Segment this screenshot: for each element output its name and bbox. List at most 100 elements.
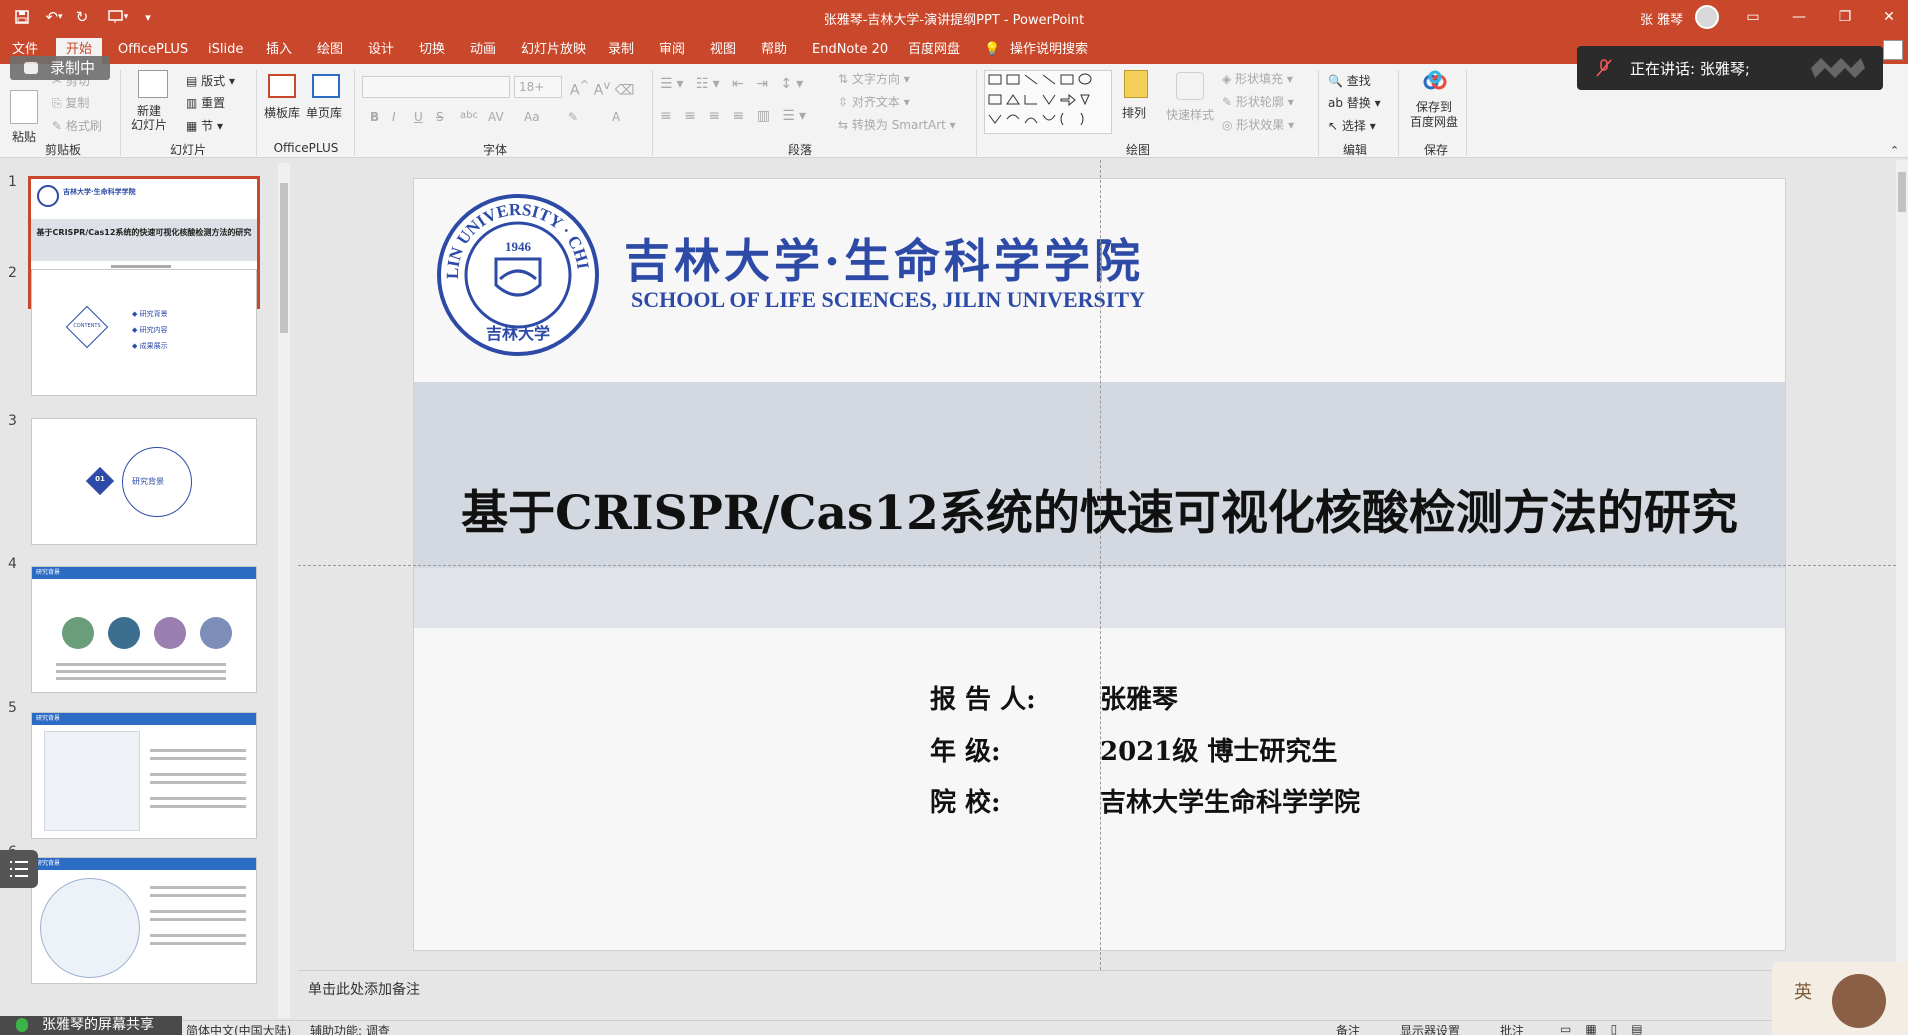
tab-baidu[interactable]: 百度网盘 <box>908 40 960 64</box>
align-icons[interactable]: ≡ ≡ ≡ ≡ ▥ ☰▾ <box>660 108 810 124</box>
tab-tell-me[interactable]: 操作说明搜索 <box>1010 40 1088 64</box>
avatar[interactable] <box>1695 5 1719 29</box>
thumb-text-lines <box>56 663 226 666</box>
scrollbar-thumb[interactable] <box>280 183 288 333</box>
char-spacing-button[interactable]: AV <box>488 110 504 124</box>
slide-number: 2 <box>8 265 17 281</box>
shape-outline-button[interactable]: ✎ 形状轮廓 ▾ <box>1222 93 1294 110</box>
slide-thumbnail-3[interactable]: 01 研究背景 <box>31 418 257 545</box>
display-settings[interactable]: 显示器设置 <box>1400 1022 1460 1035</box>
language-status[interactable]: 简体中文(中国大陆) <box>186 1022 291 1035</box>
maximize-icon[interactable]: ❐ <box>1830 6 1860 28</box>
select-button[interactable]: ↖ 选择 ▾ <box>1328 117 1376 134</box>
highlight-icon[interactable]: ✎ <box>568 110 578 124</box>
font-color-button[interactable]: A <box>612 110 620 124</box>
ribbon-display-icon[interactable]: ▭ <box>1738 6 1768 28</box>
baidu-cloud-icon[interactable] <box>1422 70 1448 96</box>
restore-window-icon[interactable] <box>1883 40 1903 60</box>
tab-view[interactable]: 视图 <box>710 40 736 64</box>
shape-effects-button[interactable]: ◎ 形状效果 ▾ <box>1222 116 1294 133</box>
tab-insert[interactable]: 插入 <box>266 40 292 64</box>
tab-record[interactable]: 录制 <box>608 40 634 64</box>
font-family-select[interactable] <box>362 76 510 98</box>
ime-widget[interactable]: 英 <box>1772 962 1908 1035</box>
slide-thumbnail-4[interactable]: 研究背景 <box>31 566 257 693</box>
layout-button[interactable]: ▤ 版式 ▾ <box>186 72 235 89</box>
collapse-ribbon-icon[interactable]: ⌃ <box>1890 144 1899 157</box>
underline-button[interactable]: U <box>414 110 423 124</box>
tab-design[interactable]: 设计 <box>368 40 394 64</box>
screen-share-banner[interactable]: 张雅琴的屏幕共享 <box>0 1016 182 1035</box>
notes-pane[interactable]: 单击此处添加备注 <box>298 970 1896 1020</box>
new-slide-icon[interactable] <box>138 70 168 98</box>
bold-button[interactable]: B <box>370 110 379 124</box>
tab-help[interactable]: 帮助 <box>761 40 787 64</box>
quick-styles-button[interactable]: 快速样式 <box>1166 106 1214 123</box>
thumb-text-lines <box>150 749 246 752</box>
tab-officeplus[interactable]: OfficePLUS <box>118 40 188 64</box>
bullets-icon[interactable]: ☰▾ ☷▾ ⇤ ⇥ ↕▾ <box>660 76 807 92</box>
new-slide-button[interactable]: 新建 幻灯片 <box>131 104 167 132</box>
grow-font-icon[interactable]: A^ Av ⌫ <box>570 78 635 99</box>
shapes-gallery[interactable] <box>984 70 1112 134</box>
slide-thumbnail-6[interactable]: 研究背景 <box>31 857 257 984</box>
view-buttons-icon[interactable]: ▭▦▯▤ <box>1560 1022 1657 1035</box>
change-case-button[interactable]: Aa <box>524 110 540 124</box>
notes-placeholder[interactable]: 单击此处添加备注 <box>308 979 420 999</box>
thumbnail-scrollbar[interactable] <box>278 163 290 1018</box>
accessibility-status[interactable]: 辅助功能: 调查 <box>310 1022 390 1035</box>
virus-icon <box>62 617 94 649</box>
template-library-icon[interactable] <box>268 74 296 98</box>
divider <box>1466 70 1467 156</box>
minimize-icon[interactable]: — <box>1784 6 1814 28</box>
comments-toggle[interactable]: 批注 <box>1500 1022 1524 1035</box>
single-page-icon[interactable] <box>312 74 340 98</box>
strikethrough-button[interactable]: S <box>436 110 444 124</box>
section-button[interactable]: ▦ 节 ▾ <box>186 117 223 134</box>
tab-endnote[interactable]: EndNote 20 <box>812 40 888 64</box>
scrollbar-thumb[interactable] <box>1898 172 1906 212</box>
lightbulb-icon[interactable]: 💡 <box>984 40 1000 64</box>
horizontal-guide[interactable] <box>298 565 1896 566</box>
copy-button[interactable]: ⎘ 复制 <box>52 94 89 111</box>
tab-review[interactable]: 审阅 <box>659 40 685 64</box>
divider <box>1398 70 1399 156</box>
divider <box>256 70 257 156</box>
reset-button[interactable]: ▥ 重置 <box>186 94 225 111</box>
smartart-button[interactable]: ⇆ 转换为 SmartArt ▾ <box>838 116 956 133</box>
arrange-icon[interactable] <box>1124 70 1148 98</box>
thumb-header: 研究背景 <box>32 713 256 725</box>
shape-fill-button[interactable]: ◈ 形状填充 ▾ <box>1222 70 1293 87</box>
paste-icon[interactable] <box>10 90 38 124</box>
info-row-school[interactable]: 院 校: 吉林大学生命科学学院 <box>930 782 1360 819</box>
find-button[interactable]: 🔍 查找 <box>1328 72 1371 89</box>
align-text-button[interactable]: ⇳ 对齐文本 ▾ <box>838 93 910 110</box>
arrange-button[interactable]: 排列 <box>1122 104 1146 121</box>
tab-transitions[interactable]: 切换 <box>419 40 445 64</box>
slide-thumbnail-5[interactable]: 研究背景 <box>31 712 257 839</box>
user-name[interactable]: 张 雅琴 <box>1640 9 1683 28</box>
replace-button[interactable]: ab 替换 ▾ <box>1328 94 1381 111</box>
tab-animations[interactable]: 动画 <box>470 40 496 64</box>
format-painter-button[interactable]: ✎ 格式刷 <box>52 117 102 134</box>
notes-toggle[interactable]: 备注 <box>1336 1022 1360 1035</box>
editor-scrollbar[interactable] <box>1896 160 1908 970</box>
save-to-baidu-button[interactable]: 保存到 百度网盘 <box>1410 100 1458 130</box>
info-value: 张雅琴 <box>1100 685 1179 715</box>
text-direction-button[interactable]: ⇅ 文字方向 ▾ <box>838 70 910 87</box>
tab-slideshow[interactable]: 幻灯片放映 <box>521 40 586 64</box>
slide-thumbnail-2[interactable]: CONTENTS ◆ 研究背景 ◆ 研究内容 ◆ 成果展示 <box>31 269 257 396</box>
italic-button[interactable]: I <box>392 110 396 124</box>
info-row-reporter[interactable]: 报 告 人: 张雅琴 <box>930 679 1178 716</box>
info-row-grade[interactable]: 年 级: 2021级 博士研究生 <box>930 731 1337 768</box>
tab-draw[interactable]: 绘图 <box>317 40 343 64</box>
font-size-select[interactable]: 18+ <box>514 76 562 98</box>
shadow-button[interactable]: abc <box>460 110 478 121</box>
quick-styles-icon[interactable] <box>1176 72 1204 100</box>
template-library-button[interactable]: 横板库 <box>264 104 300 121</box>
screen-share-label: 张雅琴的屏幕共享 <box>42 1017 154 1033</box>
outline-view-button[interactable] <box>0 850 38 888</box>
tab-islide[interactable]: iSlide <box>208 40 243 64</box>
single-page-button[interactable]: 单页库 <box>306 104 342 121</box>
close-icon[interactable]: ✕ <box>1874 6 1904 28</box>
